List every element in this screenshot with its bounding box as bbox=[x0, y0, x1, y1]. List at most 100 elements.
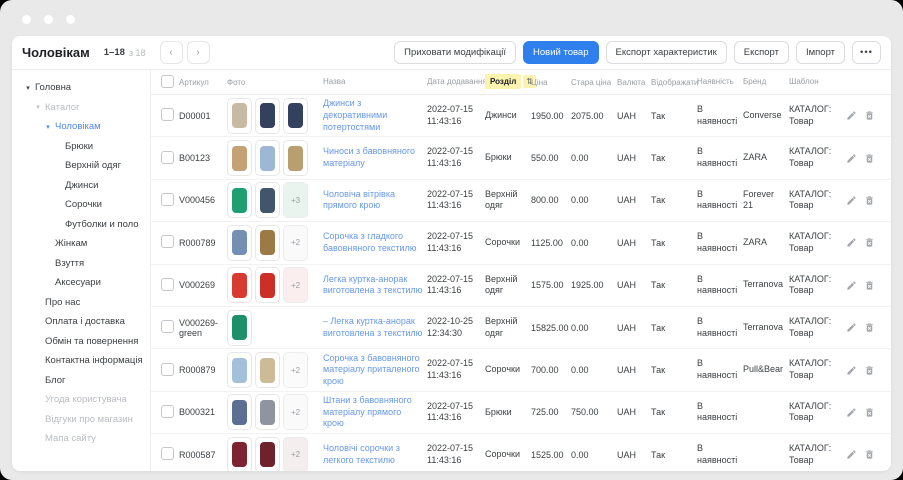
edit-icon[interactable] bbox=[846, 280, 857, 291]
edit-icon[interactable] bbox=[846, 237, 857, 248]
delete-icon[interactable] bbox=[864, 280, 875, 291]
delete-icon[interactable] bbox=[864, 110, 875, 121]
more-photos-badge[interactable]: +2 bbox=[283, 352, 308, 389]
delete-icon[interactable] bbox=[864, 153, 875, 164]
window-minimize-dot[interactable] bbox=[44, 15, 53, 24]
edit-icon[interactable] bbox=[846, 195, 857, 206]
product-photo[interactable] bbox=[255, 97, 280, 134]
product-photo[interactable] bbox=[227, 97, 252, 134]
select-all-checkbox[interactable] bbox=[161, 74, 174, 88]
header-price[interactable]: Цiна bbox=[531, 78, 567, 87]
sidebar-item[interactable]: ▾ Про нас bbox=[12, 293, 150, 313]
product-name-link[interactable]: Легка куртка-анорак виготовлена з тексти… bbox=[323, 274, 423, 297]
more-actions-button[interactable]: ••• bbox=[852, 41, 881, 64]
sidebar-item[interactable]: ▾ Угода користувача bbox=[12, 390, 150, 410]
export-characteristics-button[interactable]: Експорт характеристик bbox=[605, 41, 727, 64]
row-checkbox[interactable] bbox=[161, 404, 174, 418]
sidebar-item[interactable]: ▾ Обмін та повернення bbox=[12, 332, 150, 352]
window-zoom-dot[interactable] bbox=[66, 15, 75, 24]
sidebar-item[interactable]: ▾ Каталог bbox=[12, 98, 150, 118]
product-photo[interactable] bbox=[227, 224, 252, 261]
row-checkbox[interactable] bbox=[161, 150, 174, 164]
more-photos-badge[interactable]: +3 bbox=[283, 182, 308, 219]
import-button[interactable]: Імпорт bbox=[795, 41, 846, 64]
product-photo[interactable] bbox=[255, 394, 280, 431]
header-availability[interactable]: Наявнiсть bbox=[697, 77, 739, 87]
product-name-link[interactable]: Джинси з декоративними потертостями bbox=[323, 98, 423, 133]
sidebar-item[interactable]: ▾ Взуття bbox=[12, 254, 150, 274]
product-photo[interactable] bbox=[255, 436, 280, 471]
edit-icon[interactable] bbox=[846, 110, 857, 121]
product-name-link[interactable]: Сорочка з бавовняного матеріалу притален… bbox=[323, 353, 423, 388]
row-checkbox[interactable] bbox=[161, 277, 174, 291]
sidebar-item[interactable]: ▾ Чоловікам bbox=[12, 117, 150, 137]
delete-icon[interactable] bbox=[864, 237, 875, 248]
product-name-link[interactable]: Чоловіча вітрівка прямого крою bbox=[323, 189, 423, 212]
product-name-link[interactable]: Штани з бавовняного матеріалу прямого кр… bbox=[323, 395, 423, 430]
sidebar-item[interactable]: ▾ Сорочки bbox=[12, 195, 150, 215]
edit-icon[interactable] bbox=[846, 449, 857, 460]
product-photo[interactable] bbox=[227, 309, 252, 346]
product-photo[interactable] bbox=[227, 352, 252, 389]
edit-icon[interactable] bbox=[846, 407, 857, 418]
product-name-link[interactable]: Чоловічі сорочки з легкого текстилю bbox=[323, 443, 423, 466]
delete-icon[interactable] bbox=[864, 449, 875, 460]
window-close-dot[interactable] bbox=[22, 15, 31, 24]
product-name-link[interactable]: – Легка куртка-анорак виготовлена з текс… bbox=[323, 316, 423, 339]
header-section[interactable]: Роздiл ⇅ bbox=[485, 73, 536, 89]
sidebar-item[interactable]: ▾ Брюки bbox=[12, 137, 150, 157]
more-photos-badge[interactable]: +2 bbox=[283, 394, 308, 431]
prev-page-button[interactable]: ‹ bbox=[159, 41, 183, 64]
delete-icon[interactable] bbox=[864, 365, 875, 376]
delete-icon[interactable] bbox=[864, 407, 875, 418]
sidebar-item[interactable]: ▾ Контактна інформація bbox=[12, 351, 150, 371]
product-photo[interactable] bbox=[227, 394, 252, 431]
more-photos-badge[interactable]: +2 bbox=[283, 436, 308, 471]
product-photo[interactable] bbox=[255, 182, 280, 219]
header-name[interactable]: Назва bbox=[323, 77, 423, 87]
header-date-added[interactable]: Дата додавання bbox=[427, 77, 487, 87]
next-page-button[interactable]: › bbox=[186, 41, 210, 64]
product-photo[interactable] bbox=[255, 267, 280, 304]
sidebar-item[interactable]: ▾ Відгуки про магазин bbox=[12, 410, 150, 430]
row-checkbox[interactable] bbox=[161, 447, 174, 461]
header-sku[interactable]: Артикул bbox=[179, 78, 223, 87]
edit-icon[interactable] bbox=[846, 365, 857, 376]
header-currency[interactable]: Валюта bbox=[617, 78, 647, 87]
row-checkbox[interactable] bbox=[161, 362, 174, 376]
product-photo[interactable] bbox=[227, 267, 252, 304]
sidebar-item[interactable]: ▾ Мапа сайту bbox=[12, 429, 150, 449]
product-photo[interactable] bbox=[227, 182, 252, 219]
product-photo[interactable] bbox=[283, 140, 308, 177]
sidebar-item[interactable]: ▾ Оплата і доставка bbox=[12, 312, 150, 332]
product-photo[interactable] bbox=[227, 436, 252, 471]
export-button[interactable]: Експорт bbox=[733, 41, 789, 64]
row-checkbox[interactable] bbox=[161, 235, 174, 249]
product-photo[interactable] bbox=[255, 352, 280, 389]
product-photo[interactable] bbox=[227, 140, 252, 177]
product-photo[interactable] bbox=[283, 97, 308, 134]
product-name-link[interactable]: Сорочка з гладкого бавовняного текстилю bbox=[323, 231, 423, 254]
header-template[interactable]: Шаблон bbox=[789, 77, 837, 87]
sidebar-item[interactable]: ▾ Жінкам bbox=[12, 234, 150, 254]
header-old-price[interactable]: Стара цiна bbox=[571, 78, 613, 87]
delete-icon[interactable] bbox=[864, 322, 875, 333]
header-brand[interactable]: Бренд bbox=[743, 77, 785, 87]
sidebar-item[interactable]: ▾ Футболки и поло bbox=[12, 215, 150, 235]
new-product-button[interactable]: Новий товар bbox=[523, 41, 599, 64]
more-photos-badge[interactable]: +2 bbox=[283, 224, 308, 261]
hide-modifications-button[interactable]: Приховати модифікації bbox=[394, 41, 517, 64]
row-checkbox[interactable] bbox=[161, 320, 174, 334]
sidebar-item[interactable]: ▾ Верхній одяг bbox=[12, 156, 150, 176]
header-photo[interactable]: Фото bbox=[227, 78, 319, 87]
row-checkbox[interactable] bbox=[161, 108, 174, 122]
edit-icon[interactable] bbox=[846, 322, 857, 333]
sidebar-item[interactable]: ▾ Джинси bbox=[12, 176, 150, 196]
row-checkbox[interactable] bbox=[161, 192, 174, 206]
product-photo[interactable] bbox=[255, 224, 280, 261]
sidebar-item[interactable]: ▾ Блог bbox=[12, 371, 150, 391]
more-photos-badge[interactable]: +2 bbox=[283, 267, 308, 304]
edit-icon[interactable] bbox=[846, 153, 857, 164]
sidebar-item[interactable]: ▾ Головна bbox=[12, 78, 150, 98]
product-photo[interactable] bbox=[255, 140, 280, 177]
